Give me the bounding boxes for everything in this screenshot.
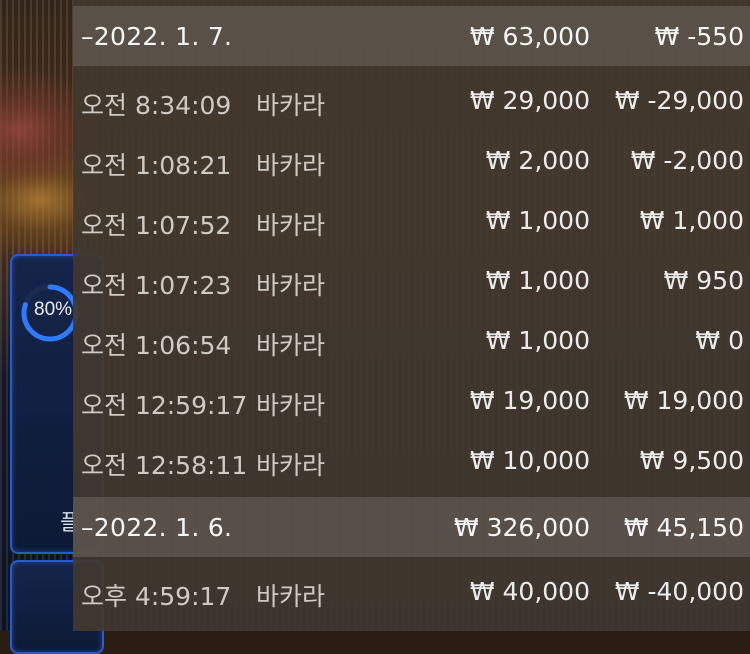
row-game: 바카라	[256, 582, 326, 611]
date-group-header[interactable]: –2022. 1. 7. ₩ 63,000 ₩ -550	[73, 6, 750, 66]
row-result: ₩ -2,000	[630, 146, 744, 175]
row-bet: ₩ 2,000	[485, 146, 590, 175]
row-bet: ₩ 19,000	[469, 386, 590, 415]
row-time: 오전 1:07:23	[81, 271, 232, 300]
date-group-header[interactable]: –2022. 1. 6. ₩ 326,000 ₩ 45,150	[73, 497, 750, 557]
row-result: ₩ -29,000	[614, 86, 744, 115]
row-result: ₩ 950	[663, 266, 744, 295]
row-result: ₩ -40,000	[614, 577, 744, 606]
row-time: 오후 4:59:17	[81, 582, 232, 611]
history-row[interactable]: 오전 1:07:52 바카라 ₩ 1,000 ₩ 1,000	[73, 190, 750, 250]
row-time: 오전 12:58:11	[81, 451, 248, 480]
row-game: 바카라	[256, 391, 326, 420]
total-result: ₩ -550	[654, 22, 744, 51]
history-row[interactable]: 오전 12:58:11 바카라 ₩ 10,000 ₩ 9,500	[73, 430, 750, 490]
row-bet: ₩ 1,000	[485, 266, 590, 295]
history-row[interactable]: 오전 8:34:09 바카라 ₩ 29,000 ₩ -29,000	[73, 70, 750, 130]
row-time: 오전 12:59:17	[81, 391, 248, 420]
row-bet: ₩ 29,000	[469, 86, 590, 115]
total-bet: ₩ 63,000	[469, 22, 590, 51]
row-game: 바카라	[256, 271, 326, 300]
row-game: 바카라	[256, 91, 326, 120]
row-game: 바카라	[256, 331, 326, 360]
history-row[interactable]: 오후 4:59:17 바카라 ₩ 40,000 ₩ -40,000	[73, 561, 750, 621]
row-bet: ₩ 1,000	[485, 326, 590, 355]
total-result: ₩ 45,150	[623, 513, 744, 542]
history-row[interactable]: 오전 12:59:17 바카라 ₩ 19,000 ₩ 19,000	[73, 370, 750, 430]
row-result: ₩ 9,500	[639, 446, 744, 475]
date-label: –2022. 1. 6.	[81, 513, 233, 542]
row-time: 오전 1:07:52	[81, 211, 232, 240]
row-bet: ₩ 10,000	[469, 446, 590, 475]
total-bet: ₩ 326,000	[453, 513, 590, 542]
row-bet: ₩ 1,000	[485, 206, 590, 235]
row-time: 오전 8:34:09	[81, 91, 232, 120]
row-game: 바카라	[256, 151, 326, 180]
date-label: –2022. 1. 7.	[81, 22, 233, 51]
history-row[interactable]: 오전 1:07:23 바카라 ₩ 1,000 ₩ 950	[73, 250, 750, 310]
row-result: ₩ 1,000	[639, 206, 744, 235]
row-result: ₩ 19,000	[623, 386, 744, 415]
row-bet: ₩ 40,000	[469, 577, 590, 606]
row-game: 바카라	[256, 451, 326, 480]
row-time: 오전 1:06:54	[81, 331, 232, 360]
row-time: 오전 1:08:21	[81, 151, 232, 180]
row-game: 바카라	[256, 211, 326, 240]
bet-history-panel: –2022. 1. 7. ₩ 63,000 ₩ -550 오전 8:34:09 …	[73, 0, 750, 631]
history-row[interactable]: 오전 1:06:54 바카라 ₩ 1,000 ₩ 0	[73, 310, 750, 370]
history-row[interactable]: 오전 1:08:21 바카라 ₩ 2,000 ₩ -2,000	[73, 130, 750, 190]
row-result: ₩ 0	[695, 326, 744, 355]
